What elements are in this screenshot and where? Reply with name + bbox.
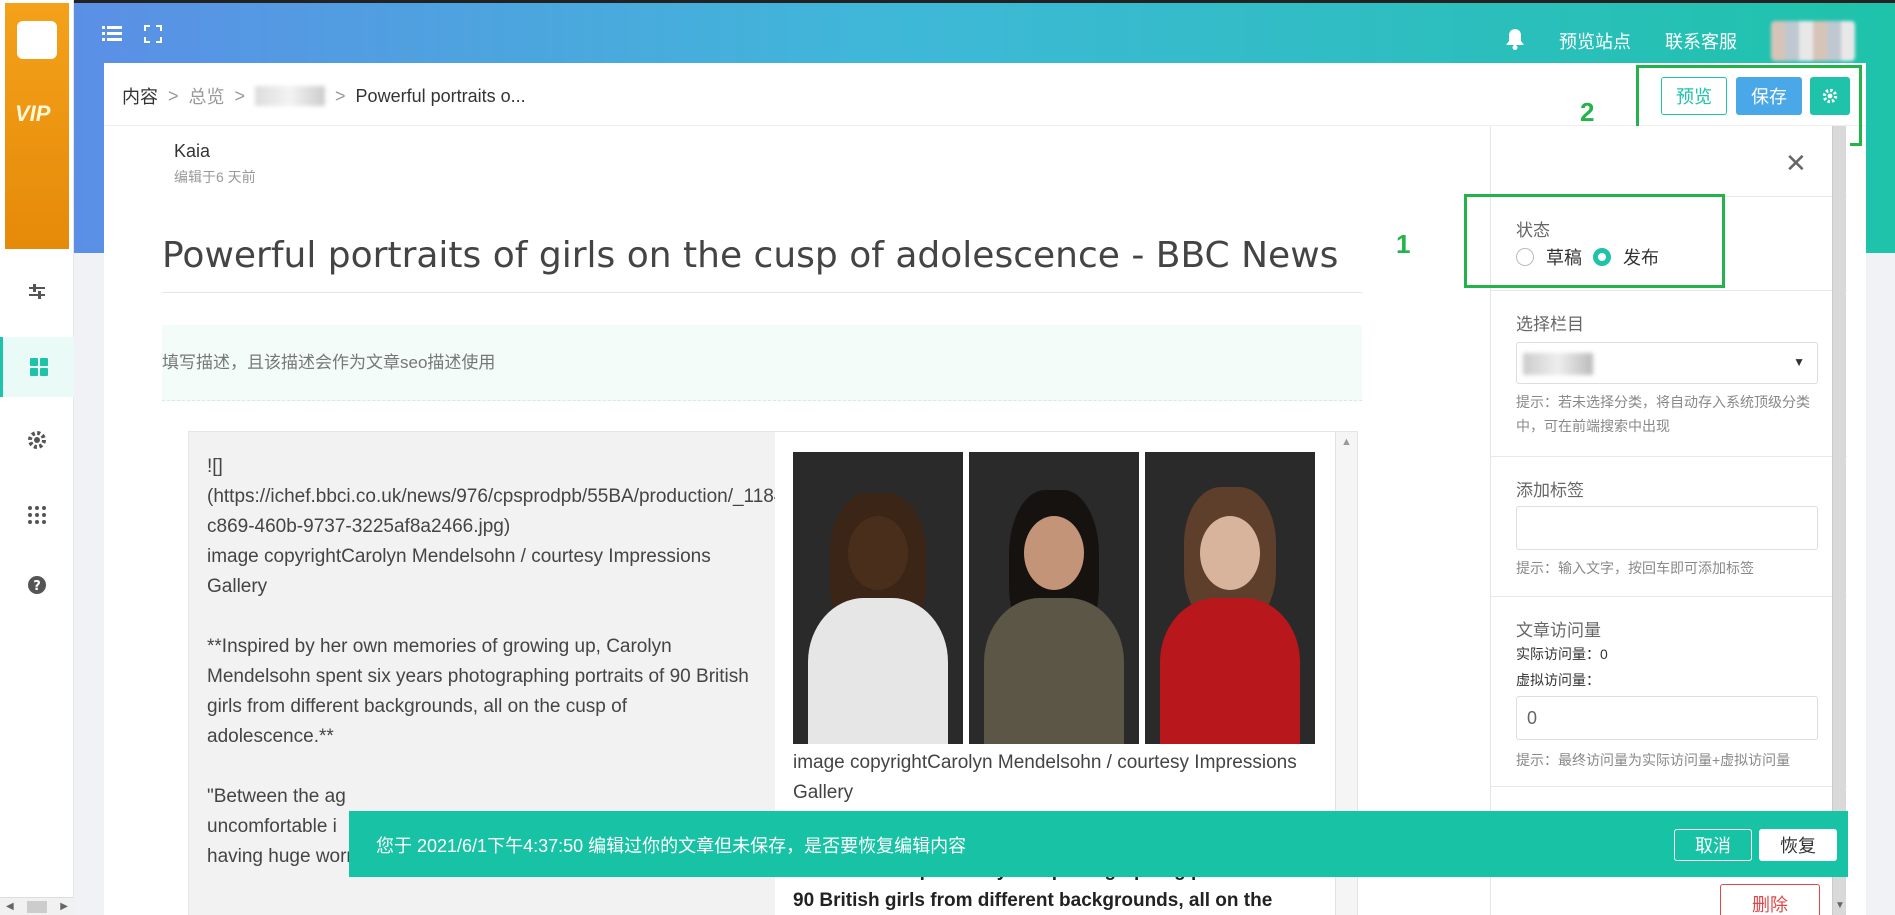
breadcrumb: 内容 > 总览 > > Powerful portraits o... — [122, 83, 526, 109]
radio-publish[interactable]: 发布 — [1593, 244, 1659, 270]
breadcrumb-sep: > — [168, 85, 179, 106]
gear-icon[interactable] — [0, 410, 74, 470]
image-caption: image copyrightCarolyn Mendelsohn / cour… — [793, 752, 1297, 803]
category-select[interactable]: ▼ — [1516, 342, 1818, 384]
radio-draft[interactable]: 草稿 — [1516, 244, 1582, 270]
brand-logo[interactable]: VIP — [5, 3, 69, 249]
article-title[interactable]: Powerful portraits of girls on the cusp … — [162, 235, 1362, 293]
breadcrumb-sep: > — [234, 85, 246, 106]
apps-icon[interactable] — [0, 485, 74, 545]
fullscreen-icon[interactable] — [144, 25, 166, 47]
svg-text:?: ? — [33, 579, 41, 594]
sliders-icon[interactable] — [0, 262, 74, 322]
radio-draft-label: 草稿 — [1546, 248, 1582, 268]
breadcrumb-overview[interactable]: 总览 — [189, 83, 225, 109]
save-button[interactable]: 保存 — [1736, 77, 1802, 115]
chevron-down-icon: ▼ — [1793, 355, 1805, 369]
radio-publish-label: 发布 — [1623, 248, 1659, 268]
breadcrumb-sep: > — [335, 85, 346, 106]
category-label: 选择栏目 — [1516, 315, 1584, 334]
description-field[interactable]: 填写描述，且该描述会作为文章seo描述使用 — [162, 325, 1362, 401]
avatar[interactable] — [1771, 21, 1855, 61]
vip-badge: VIP — [15, 101, 51, 126]
article-image — [793, 452, 1315, 744]
gear-icon — [1822, 88, 1838, 104]
settings-panel: ✕ 状态 草稿 发布 选择栏目 ▼ 提示：若未选择分类，将自动存入系统顶级分类中… — [1464, 126, 1850, 915]
panel-scrollbar[interactable]: ▼ — [1832, 126, 1846, 915]
tags-input[interactable] — [1516, 506, 1818, 550]
settings-button[interactable] — [1810, 77, 1850, 115]
restore-button[interactable]: 恢复 — [1759, 829, 1837, 861]
close-icon[interactable]: ✕ — [1785, 148, 1807, 179]
preview-site-link[interactable]: 预览站点 — [1559, 28, 1631, 54]
virtual-views-input[interactable]: 0 — [1516, 696, 1818, 740]
radio-circle — [1516, 248, 1534, 266]
bell-icon[interactable] — [1505, 28, 1525, 55]
annotation-2: 2 — [1580, 97, 1595, 127]
tags-label: 添加标签 — [1516, 481, 1584, 500]
annotation-1: 1 — [1396, 229, 1411, 259]
cancel-button[interactable]: 取消 — [1674, 829, 1752, 861]
edited-time: 编辑于6 天前 — [174, 169, 256, 185]
radio-circle-checked — [1593, 248, 1611, 266]
restore-banner: 您于 2021/6/1下午4:37:50 编辑过你的文章但未保存，是否要恢复编辑… — [349, 811, 1848, 877]
portrait-photo — [793, 452, 963, 744]
breadcrumb-blurred[interactable] — [255, 86, 326, 106]
restore-message: 您于 2021/6/1下午4:37:50 编辑过你的文章但未保存，是否要恢复编辑… — [376, 836, 967, 856]
tags-hint: 提示：输入文字，按回车即可添加标签 — [1516, 560, 1754, 576]
sidebar-scrollbar[interactable]: ◀ ▶ — [0, 897, 74, 915]
virtual-views-label: 虚拟访问量： — [1516, 672, 1600, 688]
portrait-photo — [1145, 452, 1315, 744]
breadcrumb-root[interactable]: 内容 — [122, 83, 158, 109]
category-hint: 提示：若未选择分类，将自动存入系统顶级分类中，可在前端搜索中出现 — [1516, 394, 1810, 434]
preview-button[interactable]: 预览 — [1661, 77, 1727, 115]
delete-button[interactable]: 删除 — [1720, 884, 1820, 915]
author-name: Kaia — [174, 141, 211, 161]
dashboard-icon[interactable] — [0, 337, 74, 397]
logo-box — [17, 21, 57, 59]
portrait-photo — [969, 452, 1139, 744]
category-selected-value — [1523, 353, 1593, 375]
menu-icon[interactable] — [102, 25, 124, 47]
status-label: 状态 — [1516, 221, 1550, 240]
views-label: 文章访问量 — [1516, 621, 1601, 640]
actual-views: 实际访问量：0 — [1516, 646, 1608, 662]
annotation-box-1 — [1464, 194, 1725, 288]
breadcrumb-current: Powerful portraits o... — [355, 85, 526, 106]
help-icon[interactable]: ? — [0, 555, 74, 615]
views-hint: 提示：最终访问量为实际访问量+虚拟访问量 — [1516, 752, 1791, 768]
top-right-nav: 预览站点 联系客服 — [1505, 21, 1855, 61]
contact-support-link[interactable]: 联系客服 — [1665, 28, 1737, 54]
sidebar: VIP ? ◀ ▶ — [0, 0, 74, 915]
